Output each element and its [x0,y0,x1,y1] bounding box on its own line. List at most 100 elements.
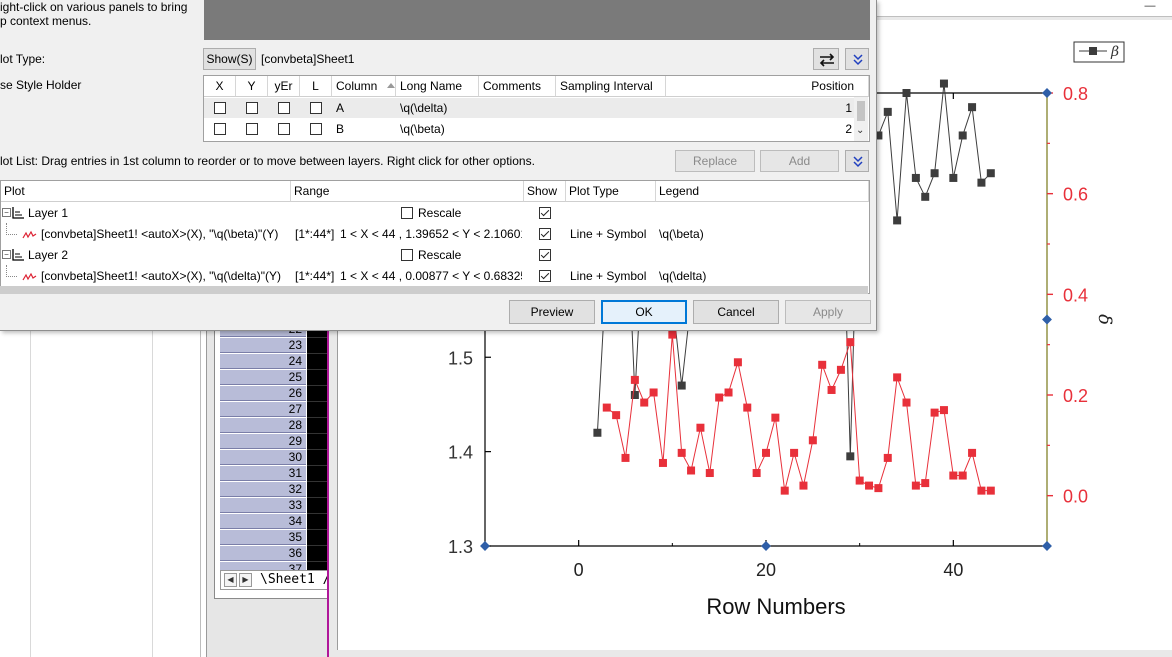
header-y[interactable]: Y [236,76,268,97]
replace-button[interactable]: Replace [675,150,755,172]
header-range[interactable]: Range [291,181,524,202]
row-header[interactable]: 26 [220,386,306,401]
table-cell[interactable] [307,386,327,402]
minimize-icon[interactable]: — [1140,0,1160,14]
row-header[interactable]: 25 [220,370,306,385]
context-menu-hint: ight-click on various panels to bring p … [0,0,188,28]
column-name-cell[interactable]: B [332,119,396,139]
header-long-name[interactable]: Long Name [396,76,479,97]
plot-list-scrollbar[interactable] [0,286,868,294]
row-header[interactable]: 32 [220,482,306,497]
header-x[interactable]: X [204,76,236,97]
position-cell[interactable]: 2 [666,119,854,139]
column-role-checkbox[interactable] [246,102,258,114]
row-header[interactable]: 35 [220,530,306,545]
selection-handle [480,541,490,551]
layer-show-checkbox[interactable] [539,207,551,219]
row-header[interactable]: 24 [220,354,306,369]
column-name-cell[interactable]: A [332,98,396,118]
comments-cell[interactable] [479,119,556,139]
header-sampling-interval[interactable]: Sampling Interval [556,76,666,97]
rescale-checkbox[interactable] [401,249,413,261]
position-cell[interactable]: 1 [666,98,854,118]
data-point [752,469,761,478]
column-role-checkbox[interactable] [310,102,322,114]
header-plot-type[interactable]: Plot Type [566,181,656,202]
tab-next-icon[interactable]: ▶ [239,573,252,587]
column-role-checkbox[interactable] [214,102,226,114]
header-position[interactable]: Position [666,76,869,97]
header-yer[interactable]: yEr [268,76,300,97]
table-cell[interactable] [307,354,327,370]
plot-range[interactable]: [1*:44*] [295,224,334,245]
table-cell[interactable] [307,530,327,546]
table-cell[interactable] [307,434,327,450]
row-header[interactable]: 34 [220,514,306,529]
columns-scrollbar[interactable]: ⌄ [854,97,868,141]
table-cell[interactable] [307,418,327,434]
table-cell[interactable] [307,402,327,418]
row-header[interactable]: 36 [220,546,306,561]
plot-show-checkbox[interactable] [539,228,551,240]
table-cell[interactable] [307,482,327,498]
row-header[interactable]: 30 [220,450,306,465]
row-header[interactable]: 33 [220,498,306,513]
layer-name[interactable]: Layer 2 [28,245,68,266]
table-cell[interactable] [307,498,327,514]
table-cell[interactable] [307,338,327,354]
column-role-checkbox[interactable] [278,102,290,114]
row-header[interactable]: 29 [220,434,306,449]
comments-cell[interactable] [479,98,556,118]
sheet-tab[interactable]: \Sheet1 / [260,572,330,587]
table-cell[interactable] [307,514,327,530]
double-chevron-down-icon[interactable] [845,150,869,172]
double-chevron-down-icon[interactable] [845,48,869,70]
row-header[interactable]: 27 [220,402,306,417]
plot-name[interactable]: [convbeta]Sheet1! <autoX>(X), "\q(\beta)… [41,224,278,245]
table-cell[interactable] [307,466,327,482]
plot-type[interactable]: Line + Symbol [570,224,646,245]
column-role-checkbox[interactable] [246,123,258,135]
sampling-cell[interactable] [556,119,666,139]
row-header[interactable]: 23 [220,338,306,353]
data-point [902,89,911,97]
column-role-checkbox[interactable] [310,123,322,135]
collapse-toggle-icon[interactable]: − [2,208,11,217]
plot-range[interactable]: [1*:44*] [295,266,334,287]
header-show[interactable]: Show [524,181,566,202]
rescale-checkbox[interactable] [401,207,413,219]
ok-button[interactable]: OK [601,300,687,324]
plot-list-hint: lot List: Drag entries in 1st column to … [0,154,535,168]
long-name-cell[interactable]: \q(\delta) [396,98,479,118]
swap-arrows-icon[interactable] [813,48,839,70]
show-button[interactable]: Show(S) [203,48,256,70]
table-cell[interactable] [307,450,327,466]
cancel-button[interactable]: Cancel [693,300,779,324]
tab-prev-icon[interactable]: ◀ [224,573,237,587]
header-legend[interactable]: Legend [656,181,869,202]
header-comments[interactable]: Comments [479,76,556,97]
row-header[interactable]: 31 [220,466,306,481]
plot-name[interactable]: [convbeta]Sheet1! <autoX>(X), "\q(\delta… [41,266,281,287]
add-button[interactable]: Add [760,150,839,172]
plot-type[interactable]: Line + Symbol [570,266,646,287]
apply-button[interactable]: Apply [785,300,871,324]
preview-button[interactable]: Preview [509,300,595,324]
sampling-cell[interactable] [556,98,666,118]
plot-legend[interactable]: \q(\beta) [659,224,704,245]
column-role-checkbox[interactable] [278,123,290,135]
header-l[interactable]: L [300,76,332,97]
column-role-checkbox[interactable] [214,123,226,135]
layer-name[interactable]: Layer 1 [28,203,68,224]
header-plot[interactable]: Plot [1,181,291,202]
left-tick-label: 1.3 [448,537,473,557]
layer-show-checkbox[interactable] [539,249,551,261]
data-point [649,388,658,397]
collapse-toggle-icon[interactable]: − [2,250,11,259]
row-header[interactable]: 28 [220,418,306,433]
table-cell[interactable] [307,546,327,562]
table-cell[interactable] [307,370,327,386]
long-name-cell[interactable]: \q(\beta) [396,119,479,139]
plot-show-checkbox[interactable] [539,270,551,282]
plot-legend[interactable]: \q(\delta) [659,266,706,287]
